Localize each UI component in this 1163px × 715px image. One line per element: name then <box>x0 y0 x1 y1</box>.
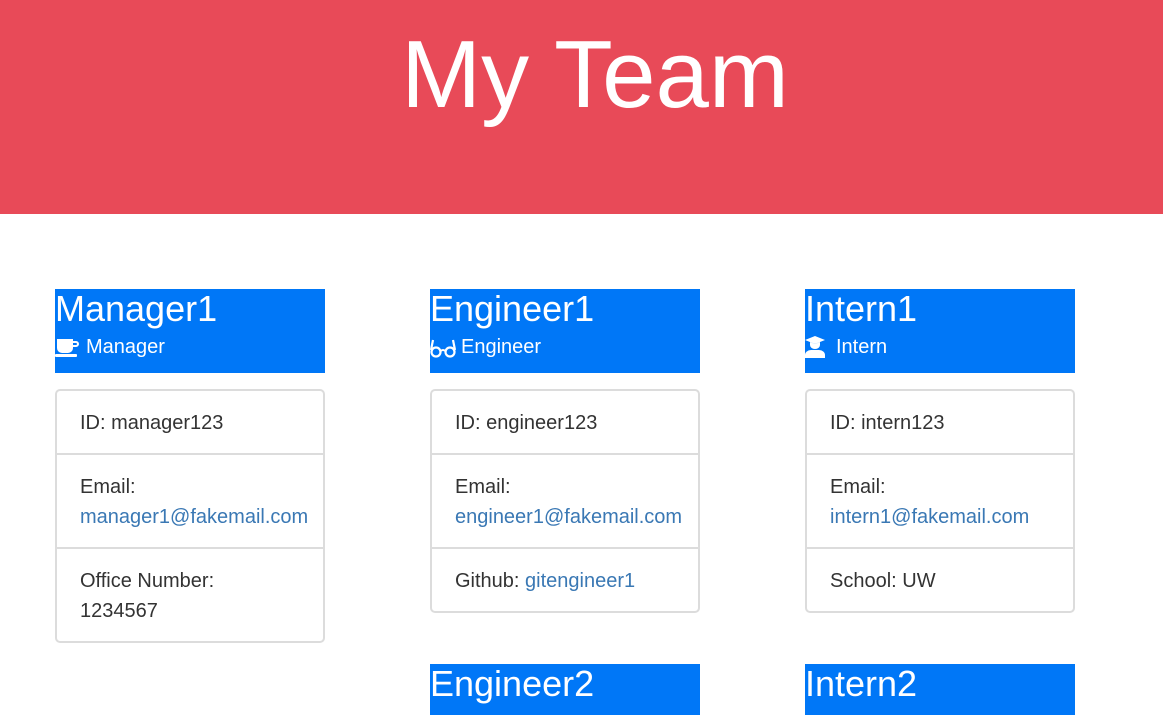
employee-role: Intern <box>805 335 1075 359</box>
employee-name: Manager1 <box>55 288 218 329</box>
employee-details: ID: engineer123 Email: engineer1@fakemai… <box>430 389 700 613</box>
email-label: Email: <box>455 476 511 498</box>
employee-details: ID: intern123 Email: intern1@fakemail.co… <box>805 389 1075 613</box>
school-text: School: UW <box>830 570 936 592</box>
list-item-email: Email: manager1@fakemail.com <box>57 453 323 547</box>
employee-details: ID: manager123 Email: manager1@fakemail.… <box>55 389 325 643</box>
id-text: ID: manager123 <box>80 412 224 434</box>
employee-card-manager1: Manager1 Manager ID: manager123 Email: m… <box>55 289 325 643</box>
role-label: Intern <box>836 336 888 358</box>
list-item-id: ID: intern123 <box>807 391 1073 453</box>
office-number: 1234567 <box>80 600 158 622</box>
list-item-email: Email: engineer1@fakemail.com <box>432 453 698 547</box>
list-item-office: Office Number: 1234567 <box>57 547 323 641</box>
employee-card-engineer2: Engineer2 <box>430 664 700 715</box>
graduate-icon <box>805 336 825 358</box>
glasses-icon <box>430 339 456 358</box>
list-item-id: ID: manager123 <box>57 391 323 453</box>
role-label: Manager <box>86 336 165 358</box>
employee-card-intern2: Intern2 <box>805 664 1075 715</box>
email-label: Email: <box>830 476 886 498</box>
page-header: My Team <box>0 0 1163 214</box>
office-label: Office Number: <box>80 570 215 592</box>
email-link[interactable]: engineer1@fakemail.com <box>455 506 682 528</box>
card-header: Manager1 Manager <box>55 289 325 373</box>
card-header: Engineer1 Engineer <box>430 289 700 373</box>
github-link[interactable]: gitengineer1 <box>525 570 635 592</box>
github-label: Github: <box>455 570 520 592</box>
card-header: Engineer2 <box>430 664 700 715</box>
page-title: My Team <box>401 21 789 128</box>
employee-card-engineer1: Engineer1 Engineer ID: engineer123 Email… <box>430 289 700 613</box>
role-label: Engineer <box>461 336 542 358</box>
email-link[interactable]: intern1@fakemail.com <box>830 506 1029 528</box>
coffee-icon <box>55 339 79 357</box>
list-item-email: Email: intern1@fakemail.com <box>807 453 1073 547</box>
list-item-id: ID: engineer123 <box>432 391 698 453</box>
list-item-github: Github: gitengineer1 <box>432 547 698 611</box>
id-text: ID: engineer123 <box>455 412 598 434</box>
employee-name: Intern1 <box>805 288 918 329</box>
employee-name: Engineer2 <box>430 663 595 704</box>
card-header: Intern1 Intern <box>805 289 1075 373</box>
employee-card-intern1: Intern1 Intern ID: intern123 Email: inte… <box>805 289 1075 613</box>
employee-name: Engineer1 <box>430 288 595 329</box>
employee-name: Intern2 <box>805 663 918 704</box>
email-link[interactable]: manager1@fakemail.com <box>80 506 308 528</box>
id-text: ID: intern123 <box>830 412 945 434</box>
list-item-school: School: UW <box>807 547 1073 611</box>
email-label: Email: <box>80 476 136 498</box>
employee-role: Manager <box>55 335 325 359</box>
card-header: Intern2 <box>805 664 1075 715</box>
employee-role: Engineer <box>430 335 700 359</box>
